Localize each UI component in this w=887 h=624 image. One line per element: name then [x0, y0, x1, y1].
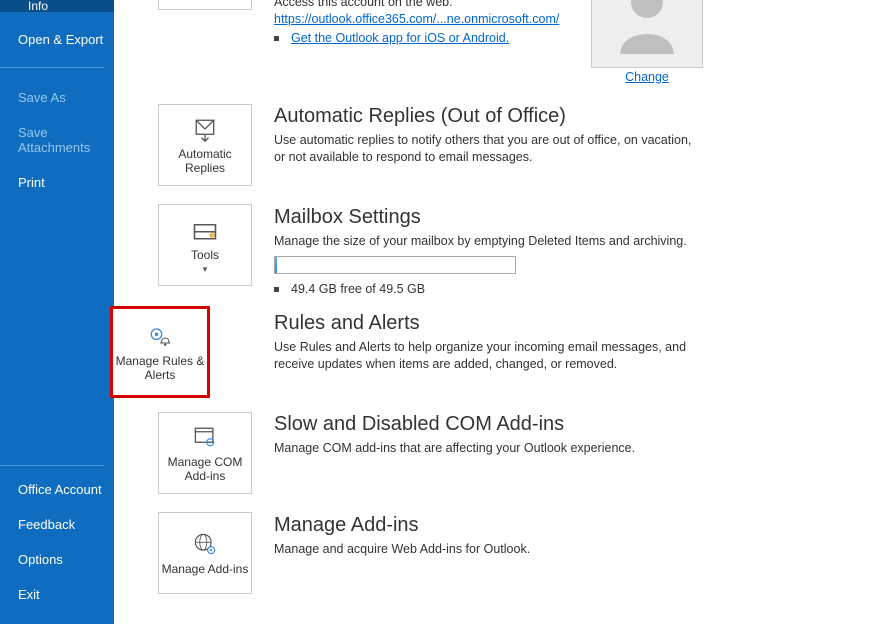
automatic-replies-desc: Use automatic replies to notify others t… [274, 132, 694, 166]
com-addins-title: Slow and Disabled COM Add-ins [274, 413, 867, 436]
sidebar-item-label: Exit [18, 587, 40, 602]
sidebar-separator [0, 465, 104, 466]
sidebar-item-office-account[interactable]: Office Account [0, 472, 114, 507]
bullet-icon [274, 287, 279, 292]
sidebar-item-info[interactable]: Info [0, 0, 114, 12]
gear-bell-icon [146, 322, 174, 350]
sidebar-item-feedback[interactable]: Feedback [0, 507, 114, 542]
sidebar-item-print[interactable]: Print [0, 165, 114, 200]
sidebar-item-options[interactable]: Options [0, 542, 114, 577]
sidebar-item-save-attachments[interactable]: Save Attachments [0, 115, 114, 165]
account-access-text: Access this account on the web. [274, 0, 867, 11]
rules-alerts-desc: Use Rules and Alerts to help organize yo… [274, 339, 714, 373]
envelope-out-icon [191, 115, 219, 143]
tile-label: Manage Rules & Alerts [113, 354, 207, 382]
manage-addins-title: Manage Add-ins [274, 514, 867, 537]
tools-tile[interactable]: Tools ▾ [158, 204, 252, 286]
main-content: Access this account on the web. https://… [114, 0, 887, 624]
storage-progress-bar [274, 256, 516, 274]
window-gear-icon [191, 423, 219, 451]
automatic-replies-title: Automatic Replies (Out of Office) [274, 105, 867, 128]
globe-gear-icon [191, 530, 219, 558]
person-icon [607, 0, 687, 54]
storage-free-text: 49.4 GB free of 49.5 GB [291, 282, 425, 296]
sidebar-item-label: Feedback [18, 517, 75, 532]
change-photo-label: Change [625, 70, 669, 84]
mailbox-settings-desc: Manage the size of your mailbox by empty… [274, 233, 867, 250]
storage-progress-fill [275, 257, 277, 273]
sidebar-item-exit[interactable]: Exit [0, 577, 114, 612]
sidebar-item-label: Save As [18, 90, 66, 105]
tile-label: Manage Add-ins [162, 562, 249, 576]
sidebar-item-label: Print [18, 175, 45, 190]
manage-com-addins-tile[interactable]: Manage COM Add-ins [158, 412, 252, 494]
toolbox-icon [191, 216, 219, 244]
automatic-replies-tile[interactable]: Automatic Replies [158, 104, 252, 186]
chevron-down-icon: ▾ [203, 264, 208, 275]
account-settings-tile[interactable] [158, 0, 252, 10]
sidebar-item-label: Options [18, 552, 63, 567]
account-web-url-link[interactable]: https://outlook.office365.com/...ne.onmi… [274, 12, 559, 26]
rules-alerts-title: Rules and Alerts [274, 312, 867, 335]
sidebar-item-label: Open & Export [18, 32, 103, 47]
manage-addins-tile[interactable]: Manage Add-ins [158, 512, 252, 594]
sidebar-item-open-export[interactable]: Open & Export [0, 12, 114, 67]
change-photo-link[interactable]: Change [591, 70, 703, 84]
sidebar-item-label: Info [28, 0, 48, 13]
mailbox-settings-title: Mailbox Settings [274, 206, 867, 229]
avatar-placeholder [591, 0, 703, 68]
com-addins-desc: Manage COM add-ins that are affecting yo… [274, 440, 867, 457]
sidebar-item-label: Office Account [18, 482, 102, 497]
manage-addins-desc: Manage and acquire Web Add-ins for Outlo… [274, 541, 867, 558]
bullet-icon [274, 36, 279, 41]
get-outlook-app-link[interactable]: Get the Outlook app for iOS or Android. [291, 31, 509, 45]
backstage-sidebar: Info Open & Export Save As Save Attachme… [0, 0, 114, 624]
sidebar-item-label: Save Attachments [18, 125, 90, 155]
tile-label: Automatic Replies [159, 147, 251, 175]
sidebar-bottom-group: Office Account Feedback Options Exit [0, 465, 114, 624]
sidebar-item-save-as[interactable]: Save As [0, 68, 114, 115]
tile-label: Tools [191, 248, 219, 262]
manage-rules-alerts-tile[interactable]: Manage Rules & Alerts [110, 306, 210, 398]
tile-label: Manage COM Add-ins [159, 455, 251, 483]
